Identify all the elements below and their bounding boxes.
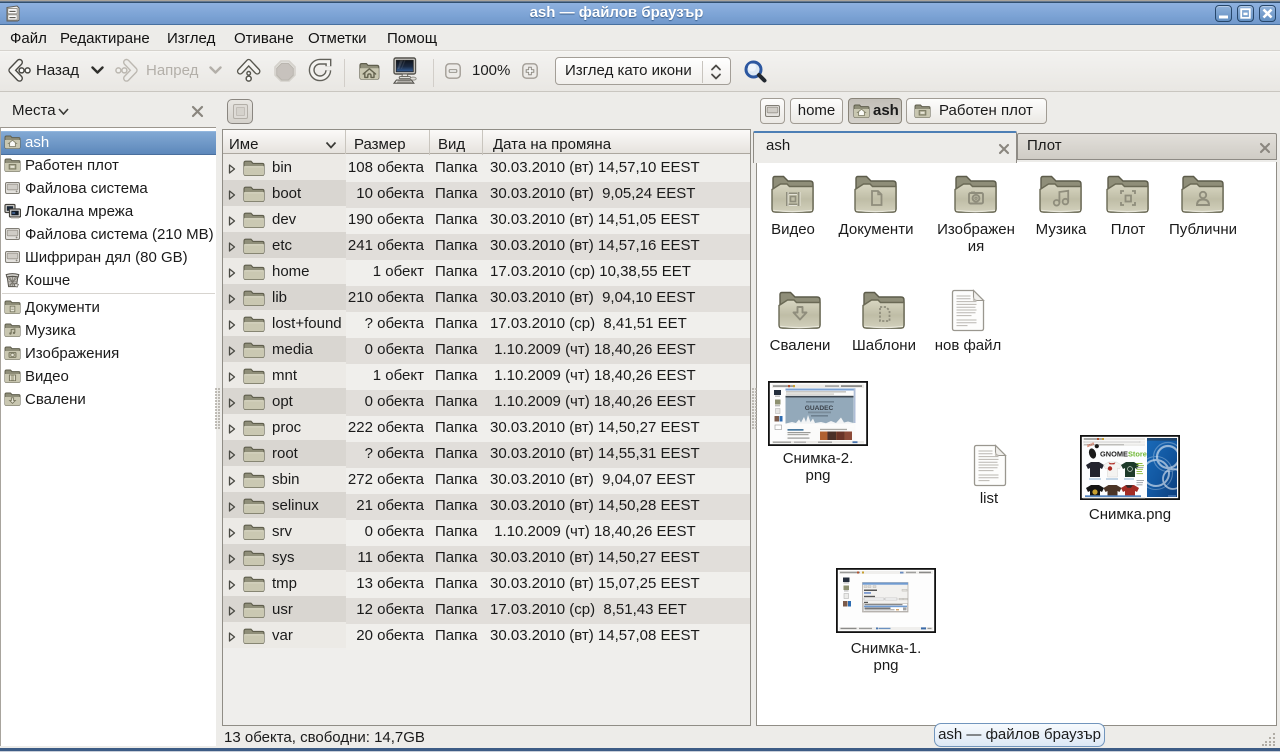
svg-text:Store: Store bbox=[1128, 450, 1147, 459]
svg-text:GNOME: GNOME bbox=[1100, 450, 1128, 459]
svg-text:GUADEC: GUADEC bbox=[805, 405, 834, 412]
